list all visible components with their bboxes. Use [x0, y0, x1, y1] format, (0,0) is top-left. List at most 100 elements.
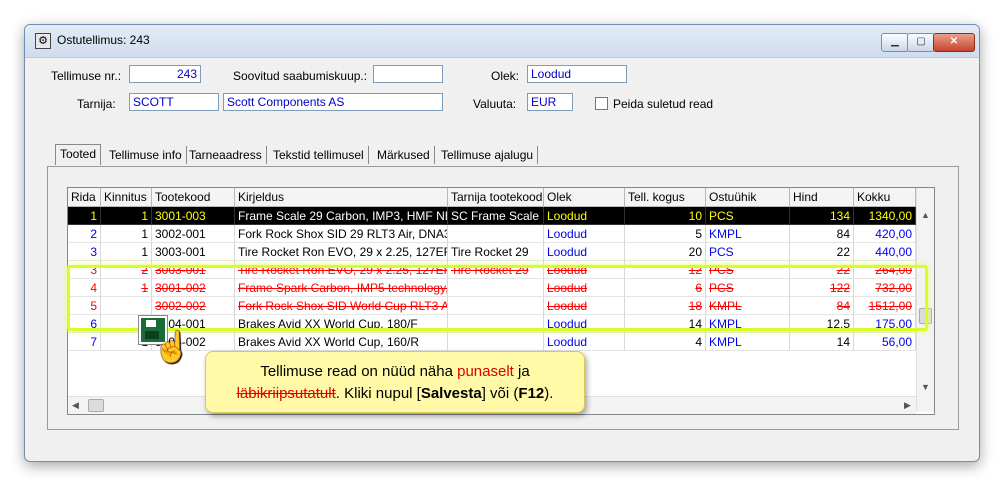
cell-hind[interactable]: 84 [790, 225, 854, 243]
cell-yhik[interactable]: PCS [706, 243, 790, 261]
cell-kogus[interactable]: 14 [625, 315, 706, 333]
cell-kokku[interactable]: 440,00 [854, 243, 916, 261]
col-header-kokku[interactable]: Kokku [854, 188, 916, 207]
maximize-button[interactable]: ▢ [907, 33, 935, 52]
cell-olek[interactable]: Loodud [544, 207, 625, 225]
cell-yhik[interactable]: KMPL [706, 225, 790, 243]
tab-tarneaadress[interactable]: Tarneaadress [185, 146, 267, 164]
scroll-down-icon[interactable]: ▼ [921, 382, 930, 392]
scroll-left-icon[interactable]: ◀ [72, 400, 79, 411]
hide-closed-checkbox[interactable] [595, 97, 608, 110]
cell-kogus[interactable]: 6 [625, 279, 706, 297]
cell-tarnija-kood[interactable] [448, 225, 544, 243]
cell-rida[interactable]: 6 [68, 315, 101, 333]
col-header-ostuyhik[interactable]: Ostuühik [706, 188, 790, 207]
horizontal-scroll-thumb[interactable] [88, 399, 104, 412]
tab-tooted[interactable]: Tooted [55, 144, 102, 165]
cell-kirjeldus[interactable]: Fork Rock Shox SID 29 RLT3 Air, DNA3 [235, 225, 448, 243]
supplier-code-field[interactable]: SCOTT [129, 93, 219, 111]
cell-rida[interactable]: 3 [68, 261, 101, 279]
cell-kinnitus[interactable] [101, 297, 152, 315]
cell-kinnitus[interactable]: 1 [101, 279, 152, 297]
table-row[interactable]: 3 2 3003-001 Tire Rocket Ron EVO, 29 x 2.25… [68, 261, 916, 279]
tab-tekstid-tellimusel[interactable]: Tekstid tellimusel [269, 146, 369, 164]
vertical-scroll-thumb[interactable] [919, 308, 932, 324]
tab-tellimuse-info[interactable]: Tellimuse info [105, 146, 187, 164]
cell-olek[interactable]: Loodud [544, 225, 625, 243]
cell-kinnitus[interactable]: 1 [101, 225, 152, 243]
cell-tarnija-kood[interactable]: Tire Rocket 29 [448, 243, 544, 261]
cell-tarnija-kood[interactable]: SC Frame Scale [448, 207, 544, 225]
table-row[interactable]: 6 3004-001 Brakes Avid XX World Cup, 180/F… [68, 315, 916, 333]
col-header-hind[interactable]: Hind [790, 188, 854, 207]
cell-hind[interactable]: 12,5 [790, 315, 854, 333]
cell-tarnija-kood[interactable]: Tire Rocket 29 [448, 261, 544, 279]
cell-olek[interactable]: Loodud [544, 333, 625, 351]
currency-field[interactable]: EUR [527, 93, 573, 111]
col-header-tootekood[interactable]: Tootekood [152, 188, 235, 207]
cell-rida[interactable]: 2 [68, 225, 101, 243]
cell-kokku[interactable]: 264,00 [854, 261, 916, 279]
cell-kokku[interactable]: 1512,00 [854, 297, 916, 315]
cell-kokku[interactable]: 56,00 [854, 333, 916, 351]
cell-olek[interactable]: Loodud [544, 315, 625, 333]
cell-hind[interactable]: 22 [790, 243, 854, 261]
cell-kood[interactable]: 3003-001 [152, 243, 235, 261]
order-number-field[interactable]: 243 [129, 65, 201, 83]
supplier-name-field[interactable]: Scott Components AS [223, 93, 443, 111]
close-button[interactable]: ✕ [933, 33, 975, 52]
cell-hind[interactable]: 22 [790, 261, 854, 279]
table-row[interactable]: 2 1 3002-001 Fork Rock Shox SID 29 RLT3 Air… [68, 225, 916, 243]
col-header-rida[interactable]: Rida [68, 188, 101, 207]
minimize-button[interactable]: ▁ [881, 33, 909, 52]
col-header-kinnitus[interactable]: Kinnitus [101, 188, 152, 207]
cell-kokku[interactable]: 420,00 [854, 225, 916, 243]
cell-hind[interactable]: 14 [790, 333, 854, 351]
cell-olek[interactable]: Loodud [544, 297, 625, 315]
cell-kirjeldus[interactable]: Fork Rock Shox SID World Cup RLT3 A [235, 297, 448, 315]
cell-kood[interactable]: 3003-001 [152, 261, 235, 279]
cell-kokku[interactable]: 732,00 [854, 279, 916, 297]
col-header-kirjeldus[interactable]: Kirjeldus [235, 188, 448, 207]
table-row[interactable]: 3 1 3003-001 Tire Rocket Ron EVO, 29 x 2.25… [68, 243, 916, 261]
cell-kirjeldus[interactable]: Frame Spark Carbon, IMP5 technology, I [235, 279, 448, 297]
cell-yhik[interactable]: KMPL [706, 333, 790, 351]
arrival-date-field[interactable] [373, 65, 443, 83]
cell-kinnitus[interactable]: 2 [101, 261, 152, 279]
cell-olek[interactable]: Loodud [544, 279, 625, 297]
cell-tarnija-kood[interactable] [448, 279, 544, 297]
col-header-olek[interactable]: Olek [544, 188, 625, 207]
cell-kokku[interactable]: 175,00 [854, 315, 916, 333]
cell-kinnitus[interactable]: 1 [101, 207, 152, 225]
scroll-up-icon[interactable]: ▲ [921, 210, 930, 220]
tab-markused[interactable]: Märkused [373, 146, 435, 164]
table-row[interactable]: 5 3002-002 Fork Rock Shox SID World Cup RL… [68, 297, 916, 315]
cell-yhik[interactable]: PCS [706, 279, 790, 297]
cell-kogus[interactable]: 20 [625, 243, 706, 261]
cell-kogus[interactable]: 4 [625, 333, 706, 351]
cell-yhik[interactable]: PCS [706, 261, 790, 279]
cell-yhik[interactable]: KMPL [706, 315, 790, 333]
vertical-scrollbar[interactable]: ▲ ▼ [916, 188, 934, 412]
cell-kirjeldus[interactable]: Brakes Avid XX World Cup, 160/R [235, 333, 448, 351]
cell-rida[interactable]: 4 [68, 279, 101, 297]
cell-kirjeldus[interactable]: Tire Rocket Ron EVO, 29 x 2.25, 127EF [235, 261, 448, 279]
tab-tellimuse-ajalugu[interactable]: Tellimuse ajalugu [437, 146, 539, 164]
cell-kood[interactable]: 3001-002 [152, 279, 235, 297]
cell-tarnija-kood[interactable] [448, 333, 544, 351]
col-header-tarnija-tootekood[interactable]: Tarnija tootekood [448, 188, 544, 207]
cell-olek[interactable]: Loodud [544, 243, 625, 261]
cell-kirjeldus[interactable]: Frame Scale 29 Carbon, IMP3, HMF NE [235, 207, 448, 225]
cell-kokku[interactable]: 1340,00 [854, 207, 916, 225]
cell-kood[interactable]: 3001-003 [152, 207, 235, 225]
cell-hind[interactable]: 84 [790, 297, 854, 315]
cell-rida[interactable]: 3 [68, 243, 101, 261]
cell-kogus[interactable]: 5 [625, 225, 706, 243]
cell-kirjeldus[interactable]: Brakes Avid XX World Cup, 180/F [235, 315, 448, 333]
cell-hind[interactable]: 134 [790, 207, 854, 225]
cell-tarnija-kood[interactable] [448, 297, 544, 315]
status-field[interactable]: Loodud [527, 65, 627, 83]
cell-kirjeldus[interactable]: Tire Rocket Ron EVO, 29 x 2.25, 127EF [235, 243, 448, 261]
cell-rida[interactable]: 5 [68, 297, 101, 315]
cell-olek[interactable]: Loodud [544, 261, 625, 279]
